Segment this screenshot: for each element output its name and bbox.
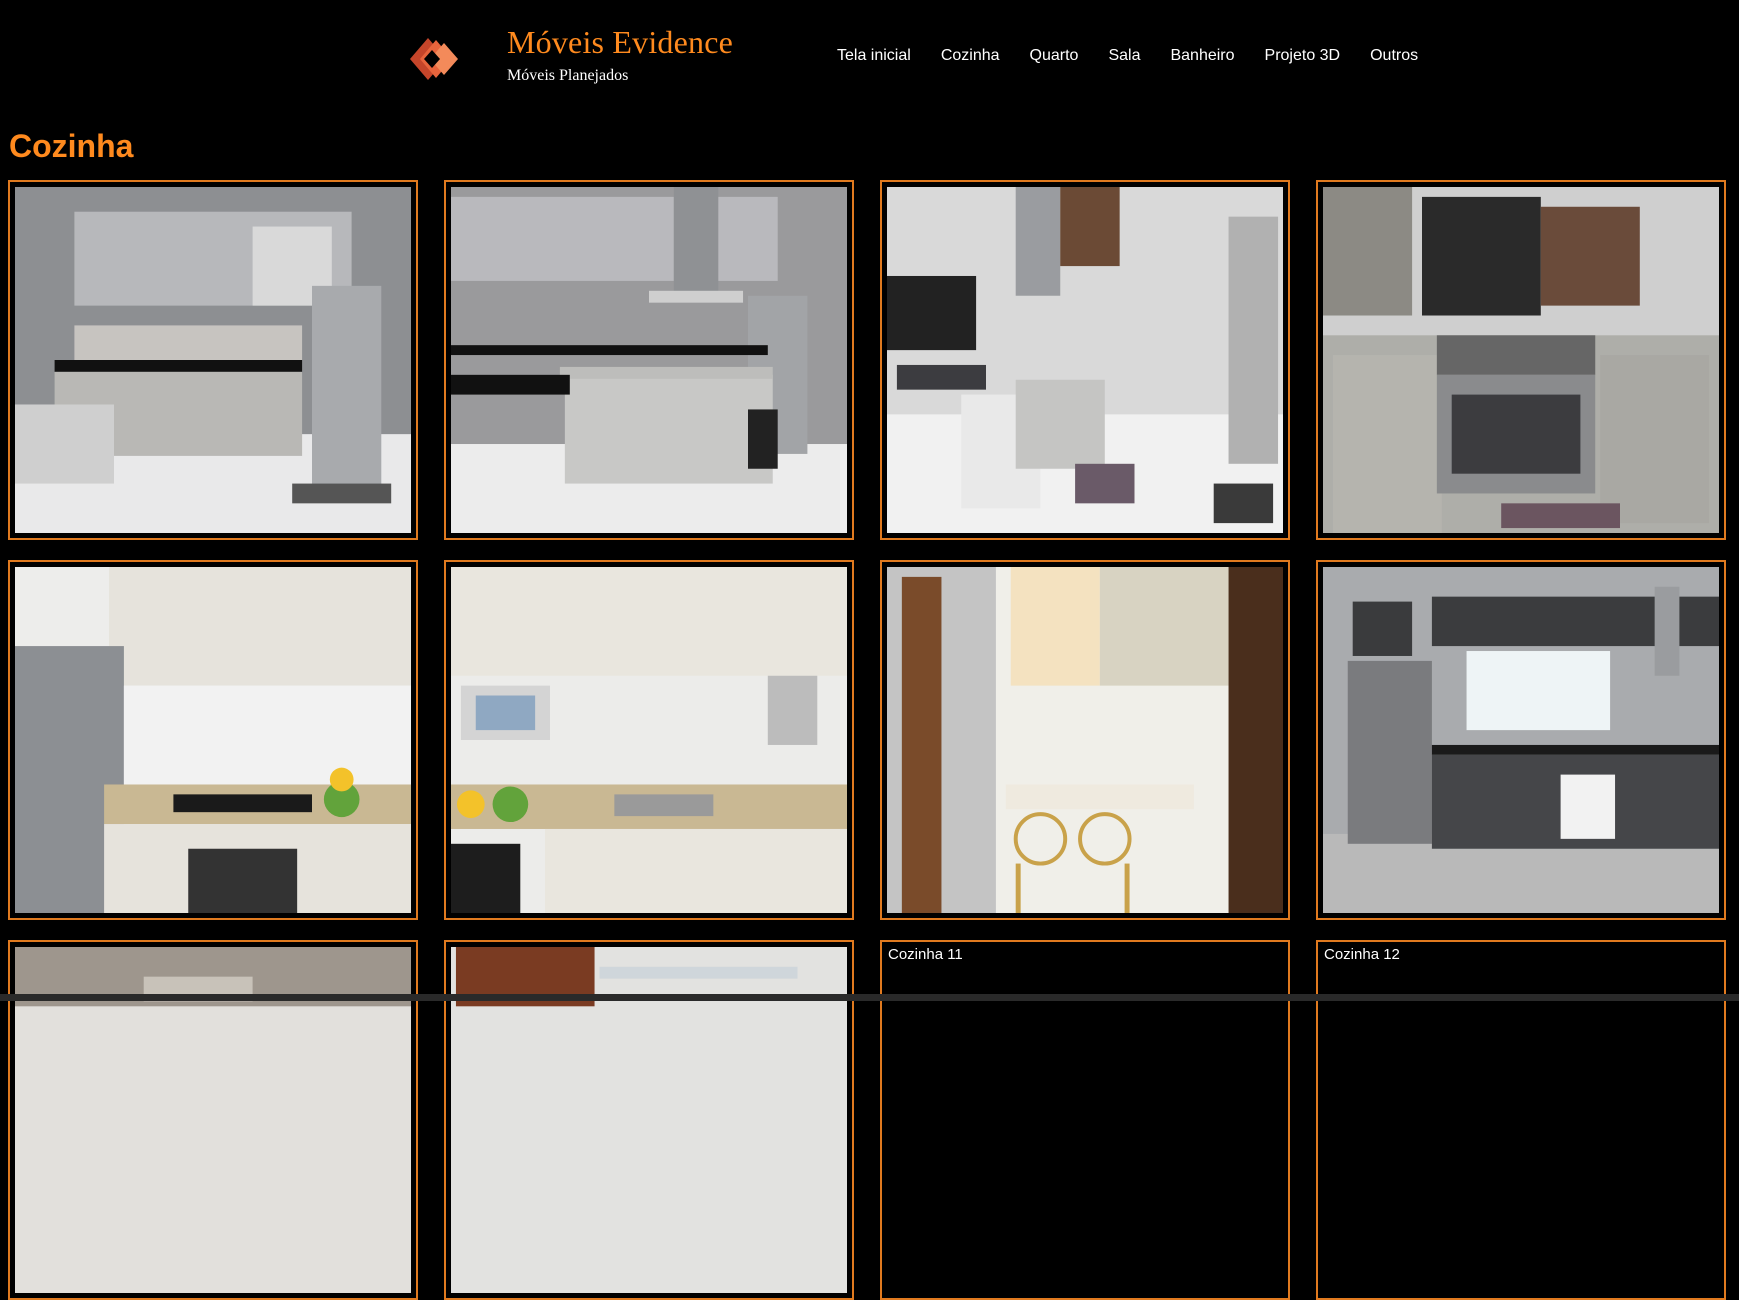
nav-item-outros[interactable]: Outros	[1370, 44, 1418, 68]
brand-logo-icon[interactable]	[390, 30, 472, 88]
gallery-card[interactable]	[444, 180, 854, 540]
gallery-card[interactable]	[880, 560, 1290, 920]
kitchen-photo[interactable]	[1323, 567, 1719, 913]
brand-title: Móveis Evidence	[507, 24, 734, 60]
gallery-card[interactable]	[8, 560, 418, 920]
kitchen-photo[interactable]	[15, 567, 411, 913]
nav-item-sala[interactable]: Sala	[1108, 44, 1140, 68]
nav-item-banheiro[interactable]: Banheiro	[1170, 44, 1234, 68]
page-title: Cozinha	[9, 128, 134, 164]
brand[interactable]: Móveis Evidence Móveis Planejados	[507, 22, 733, 86]
kitchen-photo[interactable]	[887, 187, 1283, 533]
gallery-caption: Cozinha 12	[1324, 946, 1400, 963]
gallery-caption: Cozinha 11	[888, 946, 963, 963]
nav-item-projeto-3d[interactable]: Projeto 3D	[1265, 44, 1341, 68]
kitchen-photo[interactable]	[1323, 187, 1719, 533]
gallery-card[interactable]	[8, 180, 418, 540]
gallery-card[interactable]	[444, 560, 854, 920]
gallery-card[interactable]	[880, 180, 1290, 540]
main-nav: Tela inicial Cozinha Quarto Sala Banheir…	[837, 44, 1418, 68]
kitchen-photo[interactable]	[15, 187, 411, 533]
kitchen-photo[interactable]	[887, 567, 1283, 913]
nav-item-cozinha[interactable]: Cozinha	[941, 44, 1000, 68]
gallery-card[interactable]	[1316, 560, 1726, 920]
gallery-card[interactable]	[1316, 180, 1726, 540]
horizontal-scrollbar[interactable]	[0, 994, 1739, 1001]
kitchen-photo[interactable]	[451, 187, 847, 533]
nav-item-tela-inicial[interactable]: Tela inicial	[837, 44, 911, 68]
kitchen-photo[interactable]	[451, 567, 847, 913]
brand-subtitle: Móveis Planejados	[507, 67, 629, 84]
site-header: Móveis Evidence Móveis Planejados Tela i…	[0, 0, 1739, 115]
nav-item-quarto[interactable]: Quarto	[1030, 44, 1079, 68]
